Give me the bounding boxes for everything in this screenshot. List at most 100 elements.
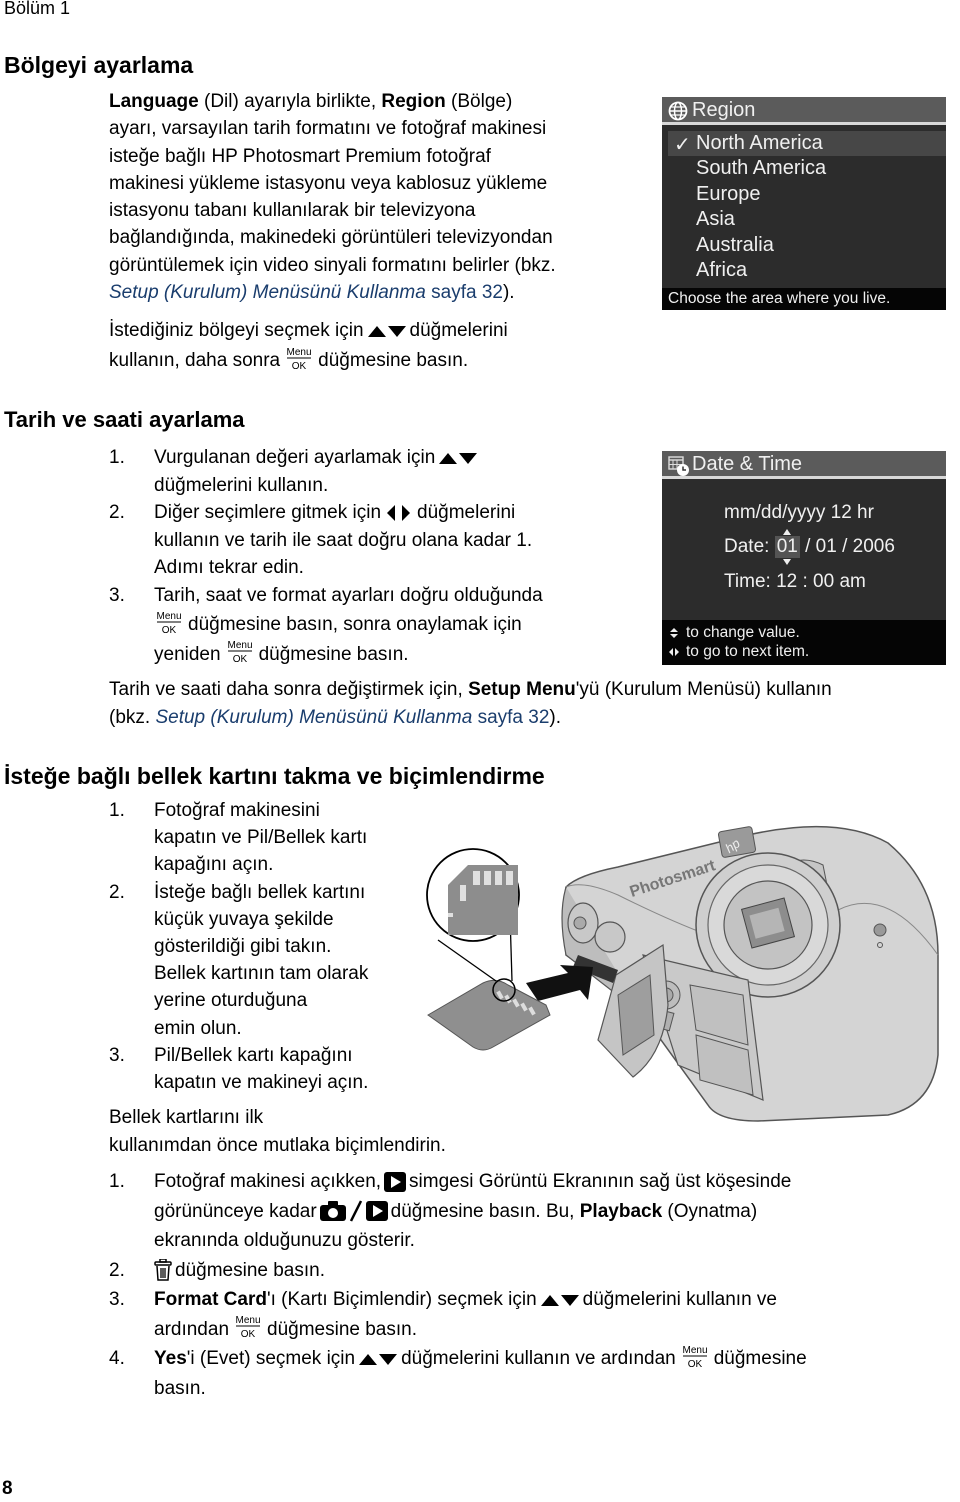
step-text: 'i (Evet) seçmek için <box>186 1348 356 1369</box>
down-caret-icon <box>782 559 791 565</box>
step-text: Diğer seçimlere gitmek için <box>154 502 382 523</box>
date-row: Date: 01 / 01 / 2006 <box>724 529 895 565</box>
region-screen: Region ✓ North America South America Eur… <box>662 97 946 310</box>
up-caret-icon <box>782 529 791 535</box>
step-text: simgesi Görüntü Ekranının sağ üst köşesi… <box>409 1171 792 1192</box>
step-text: kapatın ve Pil/Bellek kartı <box>154 827 368 849</box>
list-item: 3. Tarih, saat ve format ayarları doğru … <box>109 582 649 669</box>
up-down-small-icon <box>670 627 678 638</box>
region-screen-title: Region <box>662 97 946 125</box>
playback-term: Playback <box>579 1200 663 1222</box>
page-ref[interactable]: sayfa 32 <box>426 282 503 303</box>
region-instruction: İstediğiniz bölgeyi seçmek için düğmeleri… <box>109 316 649 376</box>
page-ref[interactable]: sayfa 32 <box>472 707 550 728</box>
format-steps: 1. Fotoğraf makinesi açıkken, simgesi Gör… <box>109 1167 939 1403</box>
region-term: Region <box>381 91 446 112</box>
language-term: Language <box>109 91 199 112</box>
menu-ok-icon <box>225 638 255 664</box>
step-text: Fotoğraf makinesini <box>154 800 320 821</box>
datetime-screen-footer: to change value. to go to next item. <box>662 620 946 665</box>
date-month-field[interactable]: 01 <box>774 529 800 565</box>
date-rest-value: / 01 / 2006 <box>799 536 895 557</box>
datetime-note: Tarih ve saati daha sonra değiştirmek iç… <box>109 676 959 732</box>
region-option[interactable]: Europe <box>696 183 761 206</box>
page-number: 8 <box>2 1478 13 1499</box>
setup-menu-link[interactable]: Setup (Kurulum) Menüsünü Kullanma <box>155 707 472 728</box>
left-right-small-icon <box>669 647 679 656</box>
memory-steps: 1. Fotoğraf makinesini kapatın ve Pil/Be… <box>109 797 439 1096</box>
step-number: 2. <box>109 502 125 523</box>
step-number: 1. <box>109 1171 125 1192</box>
para-line: bağlandığında, makinedeki görüntüleri te… <box>109 227 553 249</box>
step-text: İsteğe bağlı bellek kartını <box>154 881 366 903</box>
playback-icon <box>384 1172 406 1192</box>
step-text: düğmesine basın. <box>175 1259 325 1281</box>
region-option[interactable]: Africa <box>696 259 747 282</box>
region-paragraph: Language (Dil) ayarıyla birlikte, Region… <box>109 88 649 306</box>
up-down-arrows-icon <box>359 1352 397 1366</box>
step-number: 4. <box>109 1348 125 1369</box>
step-number: 3. <box>109 1289 125 1310</box>
step-text: 'ı (Kartı Biçimlendir) seçmek için <box>266 1289 537 1310</box>
step-text: düğmelerini kullanın ve <box>582 1289 777 1310</box>
region-option[interactable]: Asia <box>696 208 735 231</box>
list-item: 3. Pil/Bellek kartı kapağını kapatın ve … <box>109 1042 439 1096</box>
menu-ok-icon <box>284 345 314 371</box>
list-item: 4. Yes'i (Evet) seçmek için düğmelerini k… <box>109 1344 939 1403</box>
playback-icon <box>366 1201 388 1221</box>
menu-ok-icon <box>154 609 184 635</box>
para-line: istasyonu tabanı kullanılarak bir televi… <box>109 200 476 222</box>
step-text: basın. <box>154 1377 206 1399</box>
list-item: 1. Fotoğraf makinesini kapatın ve Pil/Be… <box>109 797 439 879</box>
step-text: ardından <box>154 1318 230 1340</box>
step-text: düğmesine basın. Bu, <box>390 1200 580 1222</box>
para-line: görüntülemek için video sinyali formatın… <box>109 254 556 276</box>
datetime-screen-title: Date & Time <box>662 451 946 479</box>
time-value[interactable]: 12 : 00 am <box>776 571 866 592</box>
footer-hint: to go to next item. <box>686 643 810 660</box>
camera-icon <box>320 1201 346 1221</box>
list-item: 2. düğmesine basın. <box>109 1256 939 1286</box>
section-title-datetime: Tarih ve saati ayarlama <box>4 407 245 432</box>
region-option[interactable]: South America <box>696 157 826 180</box>
note-text: ). <box>549 707 562 728</box>
note-text: Tarih ve saati daha sonra değiştirmek iç… <box>109 679 469 700</box>
screen-title-text: Date & Time <box>692 453 803 475</box>
slash-icon <box>349 1200 362 1223</box>
step-text: düğmesine basın. <box>267 1318 418 1340</box>
yes-term: Yes <box>154 1348 187 1369</box>
check-icon: ✓ <box>674 134 691 156</box>
note-text: 'yü (Kurulum Menüsü) kullanın <box>575 679 832 700</box>
step-number: 1. <box>109 800 125 821</box>
note-text: (bkz. <box>109 707 156 728</box>
time-row: Time: 12 : 00 am <box>724 571 866 593</box>
step-text: düğmesine basın, sonra onaylamak için <box>188 614 522 635</box>
date-month-value: 01 <box>776 536 798 557</box>
para-text: ). <box>502 282 515 304</box>
globe-icon <box>668 101 688 121</box>
list-item: 3. Format Card'ı (Kartı Biçimlendir) seç… <box>109 1285 939 1344</box>
setup-menu-link[interactable]: Setup (Kurulum) Menüsünü Kullanma <box>109 282 426 303</box>
calendar-clock-icon <box>668 456 689 476</box>
step-number: 2. <box>109 881 125 903</box>
step-text: düğmelerini <box>417 502 516 523</box>
date-label: Date: <box>724 536 770 557</box>
region-option[interactable]: Australia <box>696 234 774 257</box>
datetime-screen: Date & Time mm/dd/yyyy 12 hr Date: 01 / … <box>662 451 946 665</box>
para-text: (Bölge) <box>445 91 513 112</box>
menu-ok-icon <box>233 1313 263 1339</box>
datetime-steps: 1. Vurgulanan değeri ayarlamak için düğm… <box>109 444 649 668</box>
step-number: 2. <box>109 1259 125 1281</box>
footer-hint: to change value. <box>686 624 800 641</box>
step-text: Fotoğraf makinesi açıkken, <box>154 1171 382 1192</box>
setup-menu-term: Setup Menu <box>468 679 576 700</box>
list-item: 1. Fotoğraf makinesi açıkken, simgesi Gör… <box>109 1167 939 1256</box>
list-item: 1. Vurgulanan değeri ayarlamak için düğm… <box>109 444 649 499</box>
section-title-memory-card: İsteğe bağlı bellek kartını takma ve biç… <box>4 763 545 789</box>
region-option[interactable]: North America <box>696 132 823 155</box>
step-number: 3. <box>109 1044 125 1066</box>
insert-arrow-icon <box>526 965 593 1001</box>
step-text: düğmesine <box>713 1348 807 1369</box>
up-down-arrows-icon <box>368 324 406 338</box>
para-text: (Dil) ayarıyla birlikte, <box>198 91 382 112</box>
